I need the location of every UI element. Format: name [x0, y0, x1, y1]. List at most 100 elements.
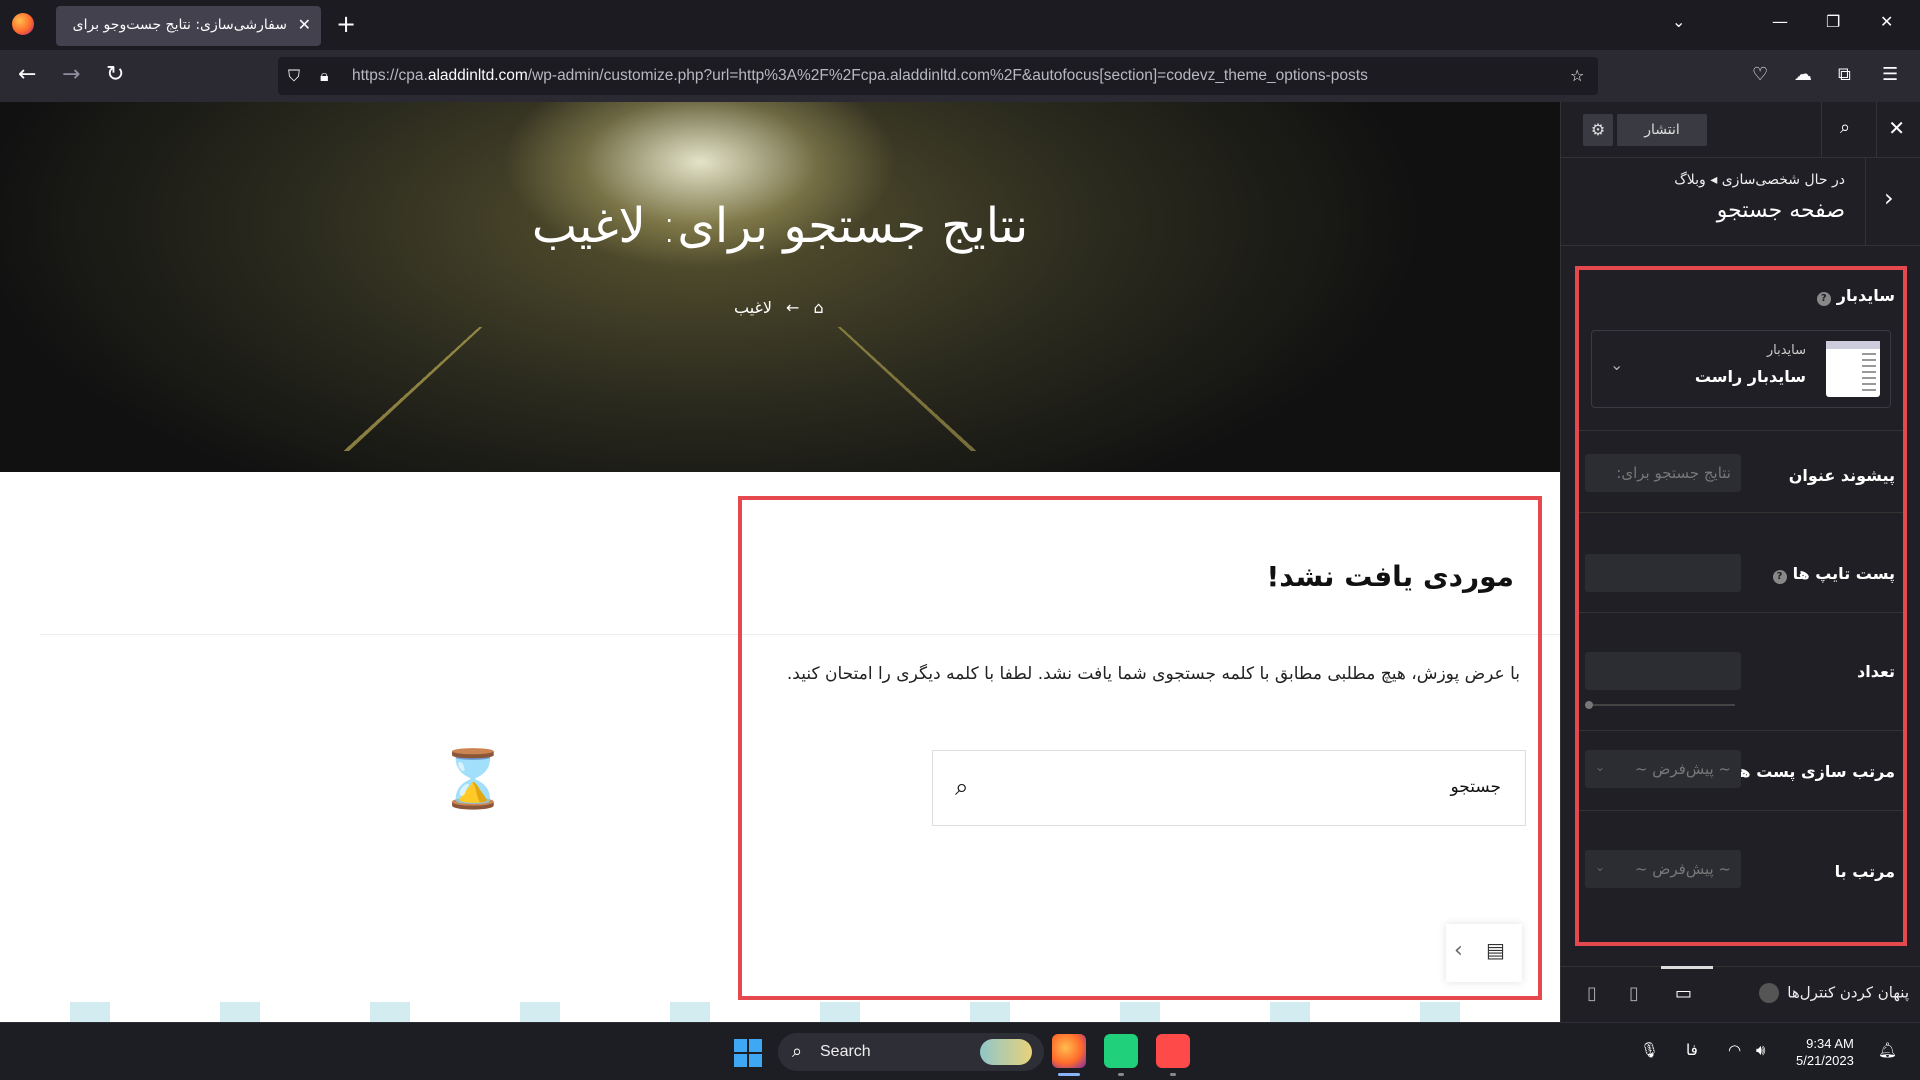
start-windows-icon[interactable] [734, 1039, 762, 1067]
order-by-value: ~ پیش‌فرض ~ [1634, 760, 1731, 778]
taskbar: ⌕ Search 🎙︎ فا ◠ 🔊︎ 9:34 AM 5/21/2023 🔔︎ [0, 1022, 1920, 1080]
order-select[interactable]: ~ پیش‌فرض ~ ⌄ [1585, 850, 1741, 888]
customizer-breadcrumb: در حال شخصی‌سازی ◂ وبلاگ [1674, 172, 1845, 188]
not-found-text: با عرض پوزش، هیچ مطلبی مطابق با کلمه جست… [786, 664, 1520, 684]
firefox-taskbar-icon[interactable] [1052, 1034, 1086, 1068]
home-icon[interactable]: ⌂ [813, 298, 823, 317]
hide-controls-button[interactable]: پنهان کردن کنترل‌ها [1759, 983, 1909, 1003]
order-value: ~ پیش‌فرض ~ [1634, 860, 1731, 878]
count-label: تعداد [1857, 662, 1895, 681]
title-prefix-placeholder: نتایج جستجو برای: [1616, 464, 1731, 482]
sidebar-label: سایدبار? [1816, 286, 1895, 306]
help-icon[interactable]: ? [1816, 292, 1831, 306]
footer-wave [0, 1002, 1560, 1022]
mobile-preview-icon[interactable]: ▯ [1587, 983, 1597, 1004]
reload-icon[interactable]: ↻ [106, 62, 124, 87]
chevron-down-icon: ⌄ [1610, 355, 1624, 374]
close-customizer-icon[interactable]: ✕ [1888, 116, 1905, 140]
volume-icon[interactable]: 🔊︎ [1756, 1041, 1765, 1059]
count-slider[interactable] [1585, 701, 1735, 709]
search-icon[interactable]: ⌕ [955, 773, 968, 801]
busy-cursor-icon: ⌛ [438, 747, 508, 812]
back-button[interactable]: › [1865, 158, 1920, 246]
firefox-logo-icon[interactable] [12, 13, 34, 35]
clock[interactable]: 9:34 AM 5/21/2023 [1796, 1035, 1854, 1069]
account-icon[interactable]: ☁ [1794, 64, 1812, 85]
close-tab-icon[interactable]: ✕ [298, 15, 311, 34]
browser-tab[interactable]: سفارشی‌سازی: نتایج جست‌وجو برای "لا ✕ [56, 6, 321, 46]
minimize-icon[interactable]: — [1772, 12, 1788, 31]
divider [1579, 430, 1903, 431]
shield-icon[interactable]: ⛉ [288, 66, 300, 86]
no-results-panel: موردی یافت نشد! با عرض پوزش، هیچ مطلبی م… [738, 496, 1542, 1000]
lock-icon[interactable]: 🔒︎ [320, 66, 329, 86]
help-icon[interactable]: ? [1772, 570, 1787, 584]
collapse-icon [1759, 983, 1780, 1003]
tab-bar: سفارشی‌سازی: نتایج جست‌وجو برای "لا ✕ + … [0, 0, 1920, 50]
extensions-icon[interactable]: ⧉ [1838, 64, 1851, 85]
window-close-icon[interactable]: ✕ [1880, 12, 1893, 31]
not-found-title: موردی یافت نشد! [1266, 560, 1515, 593]
forward-arrow-icon[interactable]: → [62, 62, 80, 87]
breadcrumb: ⌂ ← لاغیب [720, 298, 824, 317]
title-prefix-input[interactable]: نتایج جستجو برای: [1585, 454, 1741, 492]
post-types-input[interactable] [1585, 554, 1741, 592]
microphone-icon[interactable]: 🎙︎ [1640, 1041, 1659, 1059]
search-input-label: جستجو [1450, 777, 1501, 797]
title-prefix-label: پیشوند عنوان [1788, 466, 1895, 485]
new-tab-icon[interactable]: + [336, 10, 356, 38]
divider [1579, 810, 1903, 811]
terminal-app-icon[interactable] [1104, 1034, 1138, 1068]
divider [1579, 730, 1903, 731]
count-slider-knob[interactable] [1585, 701, 1593, 709]
right-sidebar-layout-icon [1826, 341, 1880, 397]
sidebar-layout-select[interactable]: سایدبار سایدبار راست ⌄ [1591, 330, 1891, 408]
nav-bar: ← → ↻ ⛉ 🔒︎ https://cpa.aladdinltd.com/wp… [0, 50, 1920, 102]
order-by-select[interactable]: ~ پیش‌فرض ~ ⌄ [1585, 750, 1741, 788]
divider [1579, 612, 1903, 613]
back-arrow-icon[interactable]: ← [18, 62, 36, 87]
chevron-down-icon: ⌄ [1595, 760, 1606, 774]
list-tabs-chevron-icon[interactable]: ⌄ [1672, 12, 1685, 31]
taskbar-search-label: Search [820, 1043, 871, 1060]
order-by-label: مرتب سازی پست ها [1733, 762, 1895, 781]
customizer-search-button[interactable]: ⌕ [1821, 102, 1877, 158]
breadcrumb-current: لاغیب [734, 298, 773, 317]
desktop-preview-icon[interactable]: ▭ [1675, 983, 1692, 1004]
search-highlight-image [980, 1039, 1032, 1065]
search-input[interactable]: جستجو ⌕ [932, 750, 1526, 826]
search-icon: ⌕ [1840, 117, 1851, 138]
count-input[interactable] [1585, 652, 1741, 690]
active-app-indicator [1058, 1073, 1080, 1076]
tablet-preview-icon[interactable]: ▯ [1629, 983, 1639, 1004]
section-header: › در حال شخصی‌سازی ◂ وبلاگ صفحه جستجو [1561, 158, 1920, 246]
chevron-left-icon[interactable]: ‹ [1454, 938, 1463, 963]
gear-icon[interactable]: ⚙ [1583, 114, 1613, 146]
app-indicator [1118, 1073, 1124, 1076]
search-icon: ⌕ [792, 1041, 803, 1062]
hero-title: نتایج جستجو برای: لاغیب [531, 198, 1029, 254]
customizer-panel: ✕ ⌕ انتشار ⚙ › در حال شخصی‌سازی ◂ وبلاگ … [1560, 102, 1920, 1022]
chat-icon[interactable]: ▤ [1486, 938, 1505, 962]
notification-bell-icon[interactable]: 🔔︎ [1878, 1041, 1897, 1059]
pocket-icon[interactable]: ♡ [1752, 64, 1768, 85]
red-app-icon[interactable] [1156, 1034, 1190, 1068]
menu-icon[interactable]: ☰ [1882, 64, 1898, 85]
bookmark-star-icon[interactable]: ☆ [1570, 66, 1584, 85]
customizer-header: ✕ ⌕ انتشار ⚙ [1561, 102, 1920, 158]
wifi-icon[interactable]: ◠ [1728, 1041, 1741, 1059]
active-device-indicator [1661, 966, 1713, 969]
language-indicator[interactable]: فا [1686, 1041, 1698, 1059]
publish-button[interactable]: انتشار [1617, 114, 1707, 146]
chevron-right-icon: › [1884, 184, 1894, 212]
hero-rails [343, 326, 977, 451]
url-text[interactable]: https://cpa.aladdinltd.com/wp-admin/cust… [352, 67, 1368, 85]
breadcrumb-arrow-icon: ← [786, 298, 800, 317]
restore-icon[interactable]: ❐ [1826, 12, 1840, 31]
section-title: صفحه جستجو [1716, 198, 1845, 223]
customizer-footer: پنهان کردن کنترل‌ها ▭ ▯ ▯ [1561, 966, 1920, 1022]
divider [1579, 512, 1903, 513]
url-bar[interactable]: ⛉ 🔒︎ https://cpa.aladdinltd.com/wp-admin… [278, 57, 1598, 95]
taskbar-search[interactable]: ⌕ Search [778, 1033, 1044, 1071]
hero-banner: نتایج جستجو برای: لاغیب ⌂ ← لاغیب [0, 102, 1560, 472]
